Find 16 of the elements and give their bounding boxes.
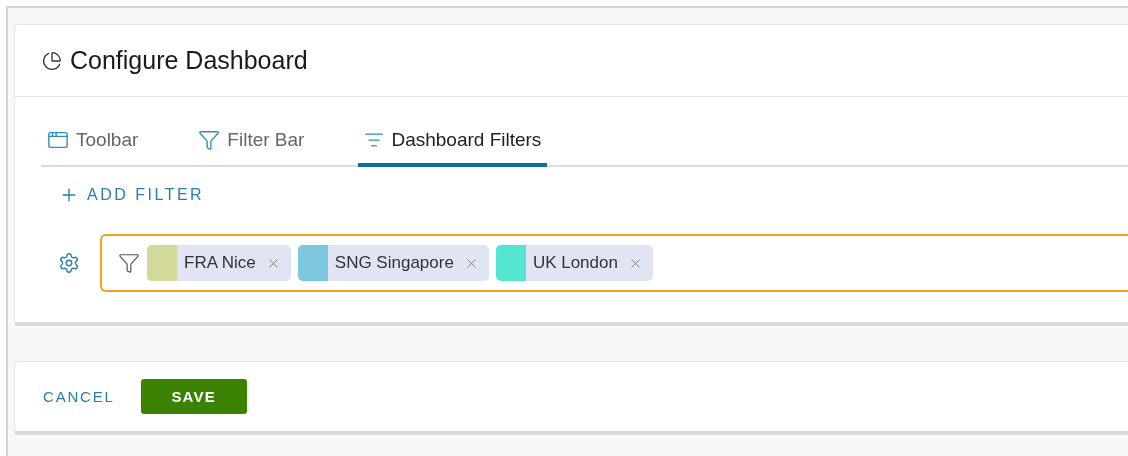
tab[interactable]: Filter Bar bbox=[192, 117, 311, 167]
chip-label: UK London bbox=[532, 253, 618, 273]
funnel-icon bbox=[118, 252, 140, 274]
dialog-title: Configure Dashboard bbox=[70, 46, 308, 75]
tab[interactable]: Dashboard Filters bbox=[358, 117, 548, 167]
dashboard-icon bbox=[42, 50, 62, 71]
chip-label: SNG Singapore bbox=[334, 253, 454, 273]
save-button[interactable]: SAVE bbox=[140, 379, 247, 414]
window-icon bbox=[47, 129, 69, 151]
add-filter-button[interactable]: ADD FILTER bbox=[59, 185, 205, 205]
settings-icon[interactable] bbox=[58, 252, 80, 274]
filter-field[interactable]: FRA Nice SNG Singapore UK London bbox=[100, 234, 1128, 292]
chip-label: FRA Nice bbox=[184, 253, 256, 273]
tab[interactable]: Toolbar bbox=[41, 117, 145, 167]
cancel-button[interactable]: CANCEL bbox=[43, 388, 115, 405]
funnel-icon bbox=[198, 129, 221, 151]
